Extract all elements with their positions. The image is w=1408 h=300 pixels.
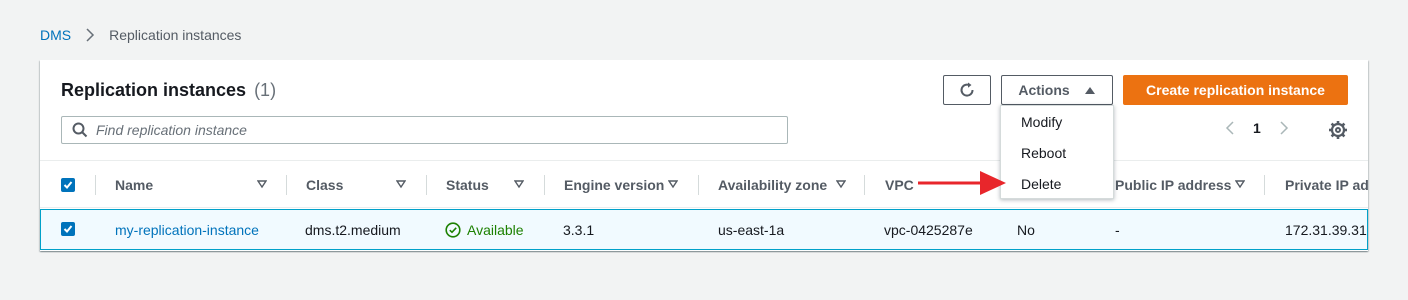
breadcrumb-current: Replication instances [109, 27, 242, 43]
column-header-name[interactable]: Name [115, 161, 275, 208]
gear-icon[interactable] [1328, 120, 1348, 140]
menu-item-reboot[interactable]: Reboot [1001, 137, 1113, 168]
sort-caret-icon [668, 180, 678, 189]
menu-item-delete[interactable]: Delete [1001, 168, 1113, 199]
search-box[interactable] [61, 116, 788, 144]
replication-instances-panel: Replication instances (1) Actions Create… [40, 60, 1368, 251]
column-separator [286, 175, 287, 195]
column-header-label: Private IP ad [1285, 176, 1368, 193]
sort-caret-icon [396, 180, 406, 189]
row-checkbox[interactable] [61, 222, 75, 236]
annotation-arrow-icon [918, 171, 1006, 195]
sort-caret-icon [1235, 180, 1245, 189]
table-header: Name Class Status Engine version Availab… [40, 160, 1368, 208]
public-ip: - [1115, 221, 1120, 238]
vpc-id: vpc-0425287e [884, 221, 973, 238]
check-circle-icon [445, 221, 461, 238]
search-icon [72, 122, 88, 138]
column-header-public-ip[interactable]: Public IP address [1115, 161, 1255, 208]
panel-title-text: Replication instances [61, 80, 247, 100]
column-header-label: Name [115, 176, 154, 193]
page-title: Replication instances (1) [61, 80, 276, 101]
checkmark-icon [63, 225, 73, 233]
publicly-accessible: No [1017, 221, 1035, 238]
column-header-private-ip[interactable]: Private IP ad [1285, 161, 1368, 208]
private-ip: 172.31.39.31 [1285, 221, 1367, 238]
column-header-availability-zone[interactable]: Availability zone [718, 161, 858, 208]
engine-version: 3.3.1 [563, 221, 595, 238]
create-replication-instance-button[interactable]: Create replication instance [1123, 75, 1348, 105]
column-separator [544, 175, 545, 195]
pagination: 1 [1225, 120, 1289, 136]
checkmark-icon [63, 181, 73, 189]
refresh-icon [960, 82, 974, 97]
status-badge: Available [445, 210, 524, 249]
chevron-left-icon[interactable] [1225, 120, 1235, 136]
chevron-right-icon [86, 28, 95, 42]
column-header-label: Public IP address [1115, 176, 1232, 193]
column-header-label: Status [446, 176, 489, 193]
column-separator [1264, 175, 1265, 195]
status-text: Available [467, 221, 524, 238]
instance-name-link[interactable]: my-replication-instance [115, 210, 259, 249]
availability-zone: us-east-1a [718, 221, 785, 238]
column-header-label: Engine version [564, 176, 665, 193]
menu-item-modify[interactable]: Modify [1001, 106, 1113, 137]
breadcrumb-dms-link[interactable]: DMS [40, 27, 71, 43]
sort-caret-icon [257, 180, 267, 189]
column-header-engine-version[interactable]: Engine version [564, 161, 684, 208]
column-header-label: Class [306, 176, 344, 193]
current-page[interactable]: 1 [1253, 120, 1261, 136]
breadcrumb: DMS Replication instances [40, 27, 241, 43]
actions-dropdown-menu: Modify Reboot Delete [1000, 105, 1114, 199]
chevron-right-icon[interactable] [1279, 120, 1289, 136]
table-row[interactable]: my-replication-instance dms.t2.medium Av… [40, 209, 1368, 250]
search-input[interactable] [96, 122, 746, 138]
actions-button[interactable]: Actions [1001, 75, 1113, 105]
refresh-button[interactable] [943, 75, 991, 105]
select-all-checkbox[interactable] [61, 178, 75, 192]
column-header-label: VPC [885, 176, 914, 193]
sort-caret-icon [514, 180, 524, 189]
instance-class: dms.t2.medium [305, 221, 401, 238]
caret-up-icon [1084, 87, 1095, 94]
column-header-label: Availability zone [718, 176, 828, 193]
column-separator [95, 175, 96, 195]
column-separator [698, 175, 699, 195]
column-separator [864, 175, 865, 195]
sort-caret-icon [836, 180, 846, 189]
instance-count: (1) [254, 80, 277, 100]
column-separator [426, 175, 427, 195]
column-header-class[interactable]: Class [306, 161, 416, 208]
actions-button-label: Actions [1018, 82, 1070, 98]
column-header-status[interactable]: Status [446, 161, 536, 208]
